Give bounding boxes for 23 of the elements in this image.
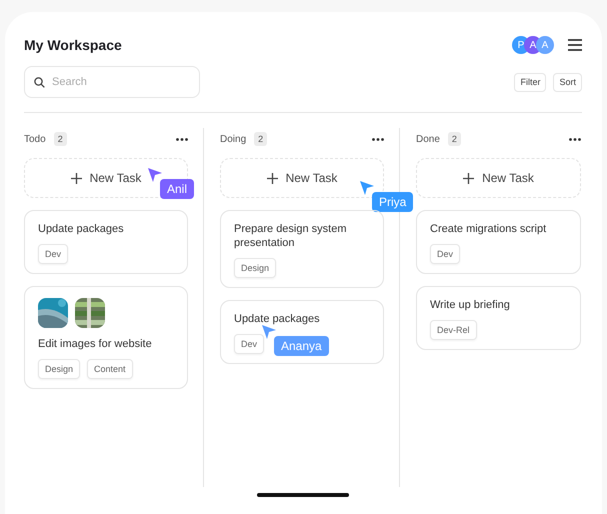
task-tag: Content: [87, 359, 133, 379]
user-cursor-tooltip: Anil: [160, 179, 194, 199]
task-count: 2: [448, 132, 461, 146]
task-tag: Dev: [38, 244, 68, 264]
column-title: Done: [416, 134, 440, 144]
task-tag: Dev-Rel: [430, 320, 477, 340]
task-title: Prepare design system presentation: [234, 222, 348, 250]
task-count: 2: [254, 132, 268, 146]
column-title: Todo: [24, 134, 46, 144]
workspace-title: My Workspace: [24, 37, 122, 53]
task-title: Edit images for website: [38, 337, 153, 351]
task-count: 2: [54, 132, 67, 146]
task-tag: Dev: [234, 334, 264, 354]
user-cursor-tooltip: Priya: [372, 192, 414, 212]
task-title: Update packages: [38, 222, 125, 236]
task-tag: Design: [38, 359, 80, 379]
column-title: Doing: [220, 134, 246, 144]
task-tag: Dev: [430, 244, 460, 264]
task-tag: Design: [234, 258, 276, 278]
task-title: Write up briefing: [430, 298, 511, 312]
user-cursor-tooltip: Ananya: [274, 336, 329, 356]
task-title: Create migrations script: [430, 222, 548, 236]
task-title: Update packages: [234, 312, 321, 326]
